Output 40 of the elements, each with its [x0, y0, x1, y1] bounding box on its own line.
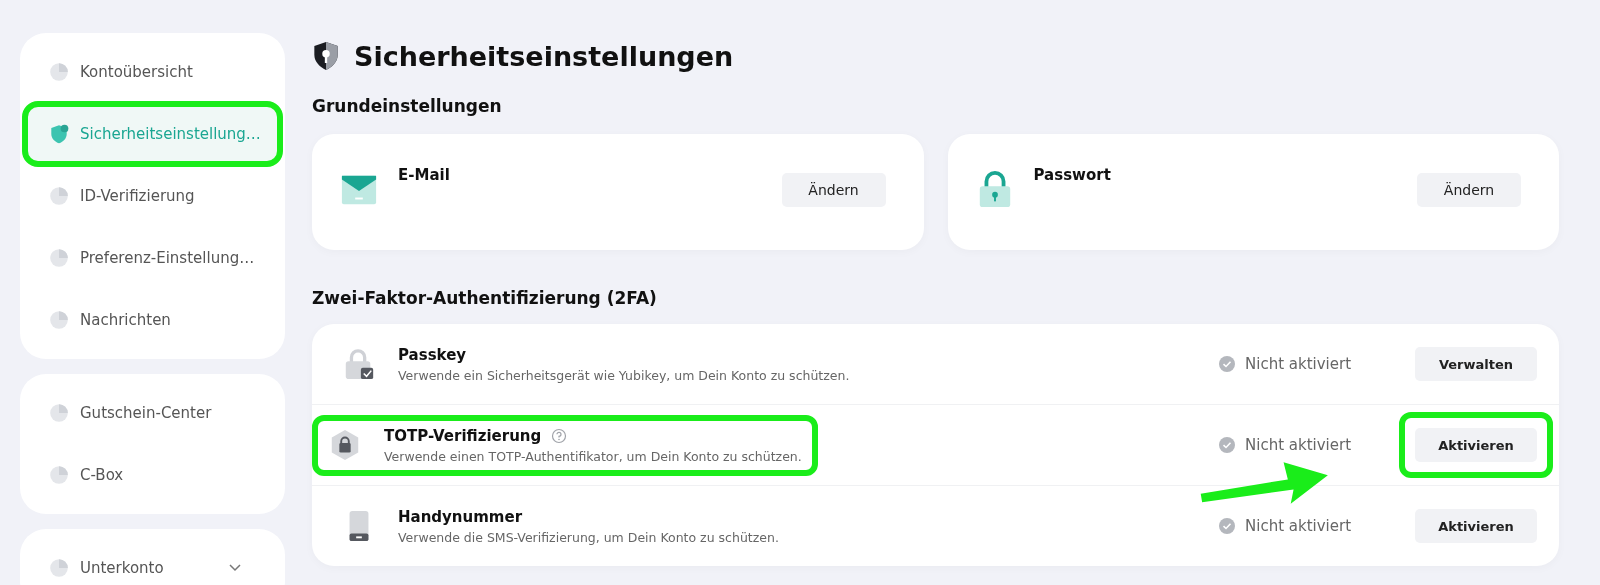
sidebar-item[interactable]: Kontoübersicht — [28, 45, 277, 99]
check-circle-icon — [1219, 518, 1235, 534]
method-title: TOTP-Verifizierung — [384, 426, 542, 445]
method-title: Passkey — [398, 345, 467, 364]
shield-keyhole-icon — [312, 40, 340, 72]
nav-icon — [48, 402, 70, 424]
card-title: Passwort — [1033, 166, 1112, 184]
action-button[interactable]: Verwalten — [1415, 347, 1537, 381]
sidebar-item[interactable]: Nachrichten — [28, 293, 277, 347]
check-circle-icon — [1219, 356, 1235, 372]
status-text: Nicht aktiviert — [1245, 355, 1352, 373]
card-title: E-Mail — [398, 166, 451, 184]
page-title: Sicherheitseinstellungen — [354, 40, 734, 72]
nav-icon — [48, 557, 70, 579]
sidebar-item[interactable]: ID-Verifizierung — [28, 169, 277, 223]
chevron-down-icon[interactable] — [229, 564, 241, 572]
sidebar-item[interactable]: Preferenz-Einstellung… — [28, 231, 277, 285]
method-description: Verwende ein Sicherheitsgerät wie Yubikey, um Dein Konto zu schützen. — [398, 367, 850, 383]
sidebar-item[interactable]: Gutschein-Center — [28, 386, 277, 440]
nav-icon — [48, 464, 70, 486]
sidebar-item[interactable]: C-Box — [28, 448, 277, 502]
status-text: Nicht aktiviert — [1245, 517, 1352, 535]
change-button[interactable]: Ändern — [781, 173, 886, 207]
method-description: Verwende einen TOTP-Authentifikator, um Dein Konto zu schützen. — [384, 448, 802, 464]
nav-icon — [48, 185, 70, 207]
section-heading: Grundeinstellungen — [312, 96, 503, 116]
nav-icon — [48, 61, 70, 83]
action-button[interactable]: Aktivieren — [1415, 509, 1537, 543]
shield-icon — [48, 123, 70, 145]
nav-icon — [48, 309, 70, 331]
help-icon[interactable] — [551, 427, 568, 444]
status-text: Nicht aktiviert — [1245, 436, 1352, 454]
action-button[interactable]: Aktivieren — [1415, 428, 1537, 462]
method-description: Verwende die SMS-Verifizierung, um Dein Konto zu schützen. — [398, 529, 779, 545]
method-title: Handynummer — [398, 507, 523, 526]
section-heading: Zwei-Faktor-Authentifizierung (2FA) — [312, 288, 658, 308]
check-circle-icon — [1219, 437, 1235, 453]
sidebar-item[interactable]: Unterkonto — [28, 541, 277, 585]
nav-icon — [48, 247, 70, 269]
change-button[interactable]: Ändern — [1417, 173, 1521, 207]
